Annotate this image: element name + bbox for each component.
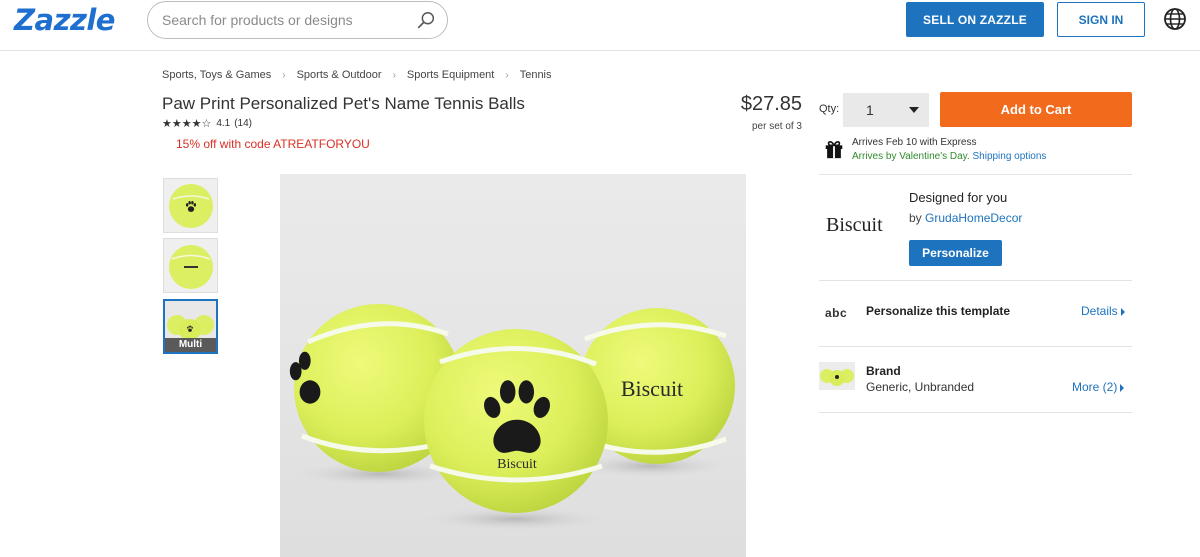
breadcrumb-item[interactable]: Sports & Outdoor <box>297 69 382 81</box>
search-bar[interactable] <box>147 1 448 39</box>
divider <box>819 346 1132 347</box>
brand-label: Brand <box>866 364 901 378</box>
sign-in-button[interactable]: SIGN IN <box>1057 2 1145 37</box>
details-link[interactable]: Details <box>1081 304 1125 318</box>
details-label: Details <box>1081 304 1118 318</box>
quantity-label: Qty: <box>819 103 840 115</box>
personalize-button[interactable]: Personalize <box>909 240 1002 266</box>
valentine-text: Arrives by Valentine's Day. <box>852 151 970 162</box>
product-rating[interactable]: ★★★★☆ 4.1 (14) <box>162 117 252 130</box>
chevron-right-icon: › <box>392 69 396 81</box>
shipping-options-link[interactable]: Shipping options <box>972 151 1046 162</box>
globe-icon[interactable] <box>1163 7 1187 31</box>
brand-value: Generic, Unbranded <box>866 380 975 394</box>
chevron-right-icon: › <box>282 69 286 81</box>
thumbnail-name-view[interactable] <box>163 238 218 293</box>
more-label: More (2) <box>1072 380 1118 394</box>
brand-thumbnail <box>819 362 855 390</box>
chevron-right-icon: › <box>505 69 509 81</box>
site-header: Zazzle SELL ON ZAZZLE SIGN IN <box>0 0 1200 51</box>
price-unit: per set of 3 <box>751 121 802 132</box>
search-icon[interactable] <box>415 10 437 32</box>
more-brands-link[interactable]: More (2) <box>1072 380 1125 394</box>
divider <box>819 280 1132 281</box>
breadcrumb: Sports, Toys & Games › Sports & Outdoor … <box>162 69 552 81</box>
designed-for-heading: Designed for you <box>909 190 1008 205</box>
personalize-template-label: Personalize this template <box>866 304 1011 318</box>
review-count[interactable]: (14) <box>234 118 252 129</box>
quantity-select[interactable]: 1 <box>843 93 929 127</box>
product-price: $27.85 <box>740 93 802 115</box>
breadcrumb-item[interactable]: Sports Equipment <box>407 69 494 81</box>
add-to-cart-button[interactable]: Add to Cart <box>940 92 1132 127</box>
gift-icon <box>825 141 843 159</box>
by-prefix: by <box>909 211 926 225</box>
product-title: Paw Print Personalized Pet's Name Tennis… <box>162 94 525 113</box>
divider <box>819 412 1132 413</box>
caret-down-icon <box>909 107 919 113</box>
caret-right-icon <box>1120 307 1125 316</box>
rating-score: 4.1 <box>216 118 231 129</box>
design-preview[interactable]: Biscuit <box>826 214 883 237</box>
valentine-delivery: Arrives by Valentine's Day. Shipping opt… <box>852 151 1046 162</box>
star-rating-icon: ★★★★☆ <box>162 118 212 130</box>
ball-name-text: Biscuit <box>621 376 683 401</box>
ball-name-text: Biscuit <box>497 457 537 472</box>
designer-link[interactable]: GrudaHomeDecor <box>925 211 1022 225</box>
designer-byline: by GrudaHomeDecor <box>909 211 1022 225</box>
caret-right-icon <box>1120 383 1125 392</box>
tennis-balls-photo: Biscuit Biscuit <box>289 304 735 531</box>
search-input[interactable] <box>162 10 412 30</box>
text-template-icon: abc <box>825 306 848 320</box>
breadcrumb-item[interactable]: Sports, Toys & Games <box>162 69 271 81</box>
quantity-value: 1 <box>866 102 874 118</box>
thumbnail-multi-view[interactable]: Multi <box>163 299 218 354</box>
divider <box>819 174 1132 175</box>
sell-on-zazzle-button[interactable]: SELL ON ZAZZLE <box>906 2 1044 37</box>
zazzle-logo[interactable]: Zazzle <box>14 3 115 37</box>
tennis-ball-image <box>164 179 217 232</box>
thumbnail-caption: Multi <box>165 338 216 352</box>
thumbnail-paw-view[interactable] <box>163 178 218 233</box>
breadcrumb-item[interactable]: Tennis <box>520 69 552 81</box>
tennis-balls-image <box>819 362 855 390</box>
delivery-estimate: Arrives Feb 10 with Express <box>852 137 977 148</box>
tennis-ball-image <box>164 239 217 292</box>
promo-code-text: 15% off with code ATREATFORYOU <box>176 137 370 151</box>
main-product-image[interactable]: Biscuit Biscuit <box>280 174 746 557</box>
